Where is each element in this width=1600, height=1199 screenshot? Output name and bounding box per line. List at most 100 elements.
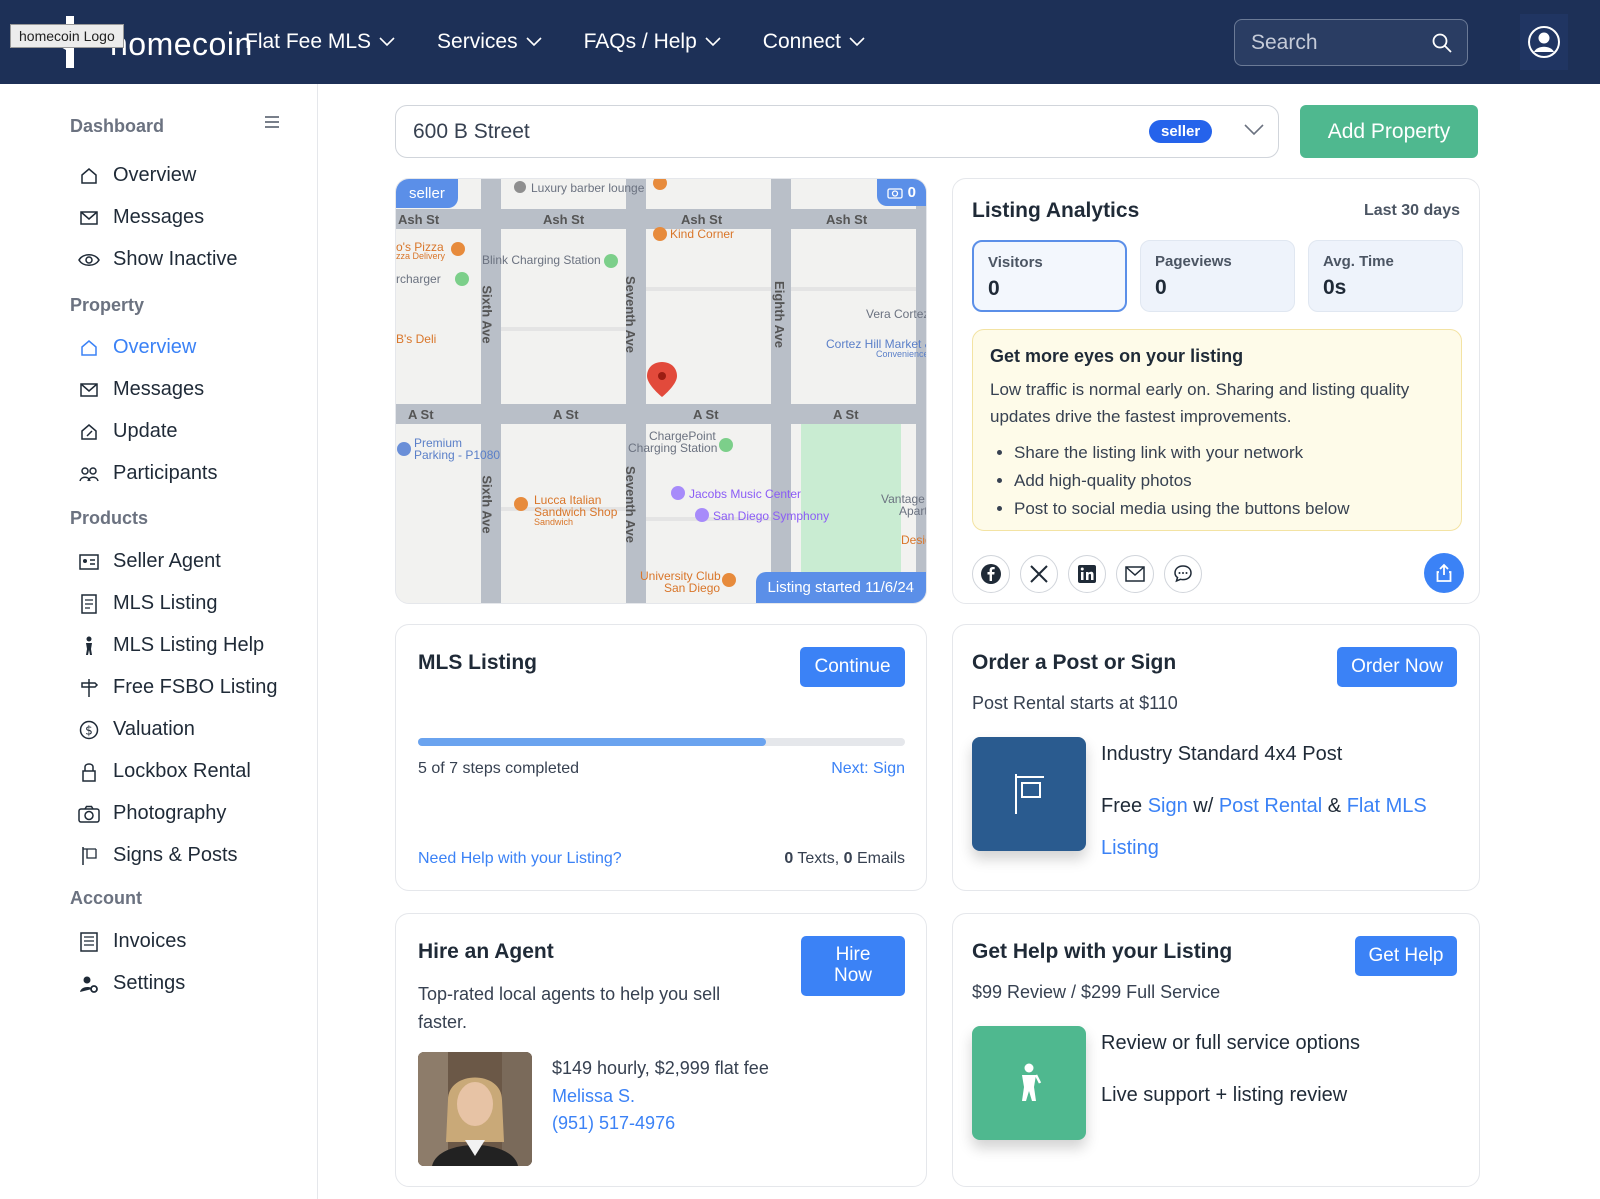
listing-started-badge: Listing started 11/6/24: [755, 572, 926, 603]
sidebar-item-seller-agent[interactable]: Seller Agent: [78, 550, 221, 573]
nav-faqs-help-label: FAQs / Help: [583, 30, 697, 53]
homecoin-logo[interactable]: homecoin homecoin Logo: [10, 12, 252, 72]
property-map[interactable]: Ash St Ash St Ash St Ash St A St A St A …: [395, 178, 927, 604]
sidebar-item-participants[interactable]: Participants: [78, 462, 218, 485]
linkedin-icon: [1078, 565, 1096, 583]
hire-now-line1: Hire: [835, 944, 871, 966]
sidebar-section-dashboard: Dashboard: [70, 116, 165, 136]
stat-label: Avg. Time: [1323, 253, 1394, 270]
map-street-label: Ash St: [826, 212, 868, 227]
user-avatar-icon: [1528, 26, 1560, 58]
nav-flat-fee-mls[interactable]: Flat Fee MLS: [245, 30, 395, 54]
mls-card-title: MLS Listing: [418, 651, 537, 674]
sidebar-item-label: Settings: [113, 972, 186, 994]
share-chat-button[interactable]: [1164, 555, 1202, 593]
sidebar-item-dashboard-messages[interactable]: Messages: [78, 206, 204, 229]
sidebar-item-mls-listing[interactable]: MLS Listing: [78, 592, 218, 615]
share-button[interactable]: [1424, 553, 1464, 593]
sidebar-item-show-inactive[interactable]: Show Inactive: [78, 248, 238, 271]
sidebar: Dashboard Overview Messages Show Inactiv…: [0, 84, 318, 1199]
order-now-button[interactable]: Order Now: [1337, 647, 1457, 687]
sidebar-item-photography[interactable]: Photography: [78, 802, 226, 825]
sidebar-item-settings[interactable]: Settings: [78, 972, 185, 995]
analytics-title: Listing Analytics: [972, 199, 1140, 222]
continue-button[interactable]: Continue: [800, 647, 905, 687]
sidebar-item-label: Seller Agent: [113, 550, 221, 572]
map-place-label: Desig: [901, 533, 926, 547]
get-help-button[interactable]: Get Help: [1355, 936, 1457, 976]
stat-value: 0: [988, 277, 1000, 300]
help-card-subtitle: $99 Review / $299 Full Service: [972, 982, 1221, 1002]
camera-icon: [78, 803, 100, 825]
sidebar-item-update[interactable]: Update: [78, 420, 178, 443]
nav-services-label: Services: [437, 30, 518, 53]
sidebar-item-label: Signs & Posts: [113, 844, 238, 866]
sidebar-item-valuation[interactable]: $ Valuation: [78, 718, 195, 741]
hire-now-line2: Now: [833, 965, 872, 986]
tip-bullet: Post to social media using the buttons b…: [1014, 495, 1444, 523]
sidebar-item-dashboard-overview[interactable]: Overview: [78, 164, 196, 187]
sidebar-item-label: Messages: [113, 206, 205, 228]
sidebar-item-signs-posts[interactable]: Signs & Posts: [78, 844, 238, 867]
stat-pageviews[interactable]: Pageviews 0: [1140, 240, 1295, 312]
envelope-icon: [78, 379, 100, 401]
tip-title: Get more eyes on your listing: [990, 346, 1244, 366]
listing-link[interactable]: Listing: [1101, 837, 1159, 859]
agent-phone-link[interactable]: (951) 517-4976: [552, 1113, 675, 1134]
agent-name-link[interactable]: Melissa S.: [552, 1086, 635, 1107]
nav-connect[interactable]: Connect: [763, 30, 865, 54]
stat-label: Visitors: [988, 254, 1043, 271]
share-email-button[interactable]: [1116, 555, 1154, 593]
share-x-button[interactable]: [1020, 555, 1058, 593]
progress-fill: [418, 738, 766, 746]
sidebar-item-property-overview[interactable]: Overview: [78, 336, 196, 359]
photo-count-badge[interactable]: 0: [876, 179, 926, 206]
tip-list: Share the listing link with your network…: [990, 439, 1444, 523]
property-selector[interactable]: 600 B Street seller: [395, 105, 1279, 158]
share-linkedin-button[interactable]: [1068, 555, 1106, 593]
home-icon: [78, 165, 100, 187]
share-facebook-button[interactable]: [972, 555, 1010, 593]
sidebar-item-invoices[interactable]: Invoices: [78, 930, 186, 953]
search-icon[interactable]: [1431, 32, 1453, 54]
map-street-label: Ash St: [543, 212, 585, 227]
chevron-down-icon: [379, 37, 395, 47]
sidebar-item-label: Messages: [113, 378, 205, 400]
sign-link[interactable]: Sign: [1148, 795, 1188, 817]
role-badge: seller: [1149, 120, 1213, 143]
search-box: [1234, 19, 1468, 66]
search-input[interactable]: [1251, 30, 1431, 55]
sidebar-item-free-fsbo[interactable]: Free FSBO Listing: [78, 676, 278, 699]
tip-bullet: Add high-quality photos: [1014, 467, 1444, 495]
map-place-label: Luxury barber lounge: [531, 181, 645, 195]
map-street-label: Ash St: [681, 212, 723, 227]
nav-faqs-help[interactable]: FAQs / Help: [584, 30, 721, 54]
stat-value: 0: [1155, 276, 1167, 299]
sidebar-item-lockbox-rental[interactable]: Lockbox Rental: [78, 760, 251, 783]
people-icon: [78, 463, 100, 485]
chevron-down-icon: [526, 37, 542, 47]
add-property-button[interactable]: Add Property: [1300, 105, 1478, 158]
hamburger-menu-icon[interactable]: [263, 114, 281, 130]
sidebar-item-mls-listing-help[interactable]: MLS Listing Help: [78, 634, 264, 657]
logo-text: homecoin: [110, 26, 253, 62]
sidebar-item-label: MLS Listing: [113, 592, 218, 614]
stat-avg-time[interactable]: Avg. Time 0s: [1308, 240, 1463, 312]
sign-item-title: Industry Standard 4x4 Post: [1101, 743, 1343, 765]
user-account-button[interactable]: [1520, 14, 1568, 70]
sidebar-item-label: Update: [113, 420, 178, 442]
nav-services[interactable]: Services: [437, 30, 542, 54]
sidebar-item-property-messages[interactable]: Messages: [78, 378, 204, 401]
flat-mls-link[interactable]: Flat MLS: [1347, 795, 1427, 817]
map-street-label: Ash St: [398, 212, 440, 227]
user-gear-icon: [78, 973, 100, 995]
emails-label: Emails: [856, 850, 905, 867]
sign-card-subtitle: Post Rental starts at $110: [972, 693, 1178, 713]
hire-now-button[interactable]: Hire Now: [801, 936, 905, 996]
next-step-link[interactable]: Next: Sign: [831, 760, 905, 778]
photo-count: 0: [907, 184, 916, 201]
sidebar-section-property: Property: [70, 295, 145, 315]
post-rental-link[interactable]: Post Rental: [1219, 795, 1322, 817]
stat-visitors[interactable]: Visitors 0: [972, 240, 1127, 312]
need-help-link[interactable]: Need Help with your Listing?: [418, 850, 622, 868]
